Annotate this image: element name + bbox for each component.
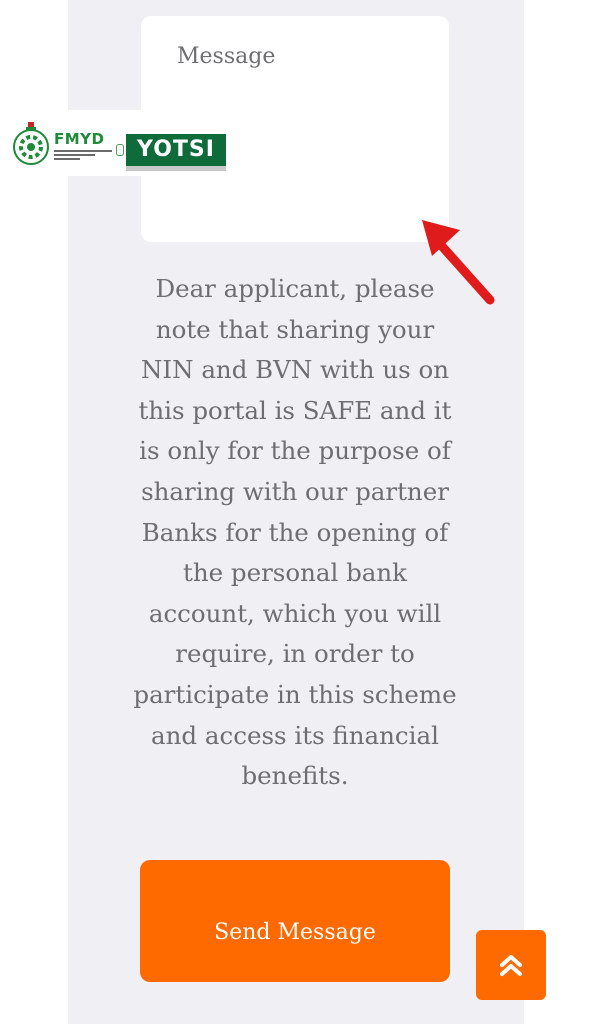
- fmyd-emblem-icon: [13, 122, 49, 165]
- chevron-double-up-icon: [500, 955, 522, 976]
- fmyd-logo-text: FMYD: [54, 130, 105, 148]
- nin-bvn-notice: Dear applicant, please note that sharing…: [133, 274, 457, 791]
- logo-banner: FMYD YOTSI: [8, 110, 226, 176]
- fmyd-subtitle-lines: [54, 150, 112, 162]
- send-message-button[interactable]: Send Message: [140, 860, 450, 982]
- ytsi-tagline-bar: [126, 166, 226, 171]
- scroll-to-top-button[interactable]: [476, 930, 546, 1000]
- leaf-icon: [116, 144, 124, 156]
- ytsi-logo: YOTSI: [126, 134, 226, 166]
